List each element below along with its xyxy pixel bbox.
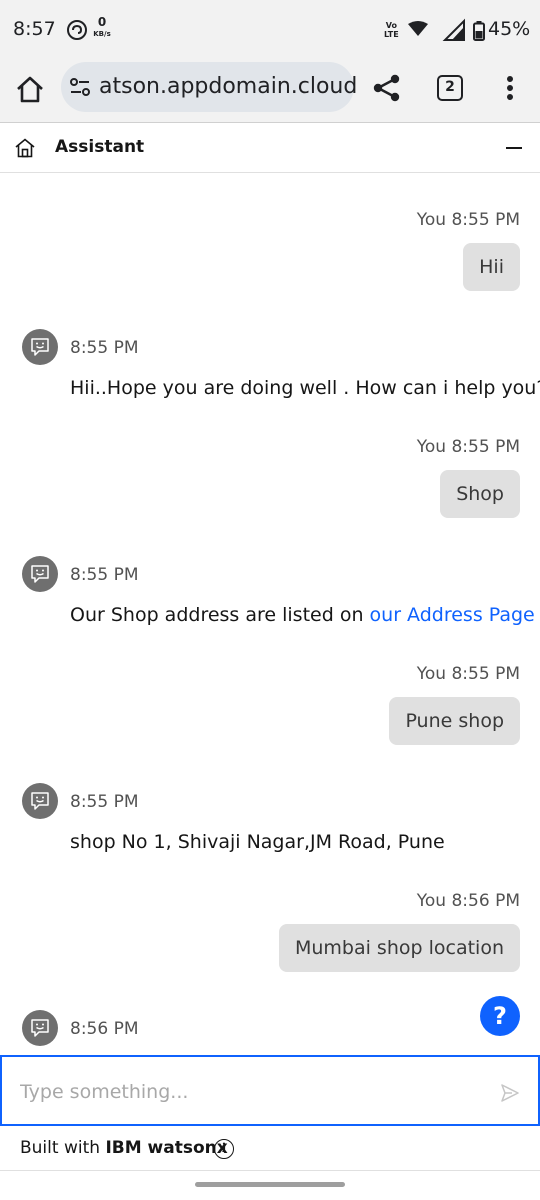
- network-speed: 0 KB/s: [91, 16, 113, 39]
- sync-icon: [67, 20, 87, 40]
- chat-transcript[interactable]: You 8:55 PM Hii 8:55 PM Hii..Hope you ar…: [0, 174, 540, 1054]
- bot-avatar: [22, 783, 58, 819]
- address-bar[interactable]: atson.appdomain.cloud: [61, 62, 358, 112]
- tab-switcher-button[interactable]: 2: [437, 75, 463, 101]
- assistant-header: Assistant: [0, 123, 540, 173]
- chat-bot-icon: [31, 792, 49, 810]
- user-message-meta: You 8:55 PM: [416, 210, 520, 230]
- status-time: 8:57: [13, 18, 56, 40]
- bot-message-text: shop No 1, Shivaji Nagar,JM Road, Pune: [70, 831, 445, 853]
- user-message-bubble: Pune shop: [389, 697, 520, 745]
- signal-icon: [442, 18, 465, 41]
- bot-message-time: 8:56 PM: [70, 1019, 139, 1039]
- network-speed-unit: KB/s: [93, 30, 111, 38]
- battery-icon: [473, 21, 485, 41]
- bot-avatar: [22, 1010, 58, 1046]
- bot-message-time: 8:55 PM: [70, 338, 139, 358]
- built-with-prefix: Built with: [20, 1138, 106, 1158]
- site-settings-icon[interactable]: [69, 77, 93, 97]
- user-message-bubble: Shop: [440, 470, 520, 518]
- bot-message-text: Our Shop address are listed on our Addre…: [70, 604, 535, 626]
- user-message-meta: You 8:56 PM: [416, 891, 520, 911]
- browser-toolbar: atson.appdomain.cloud 2: [0, 62, 540, 122]
- share-icon[interactable]: [373, 74, 401, 102]
- battery-percent: 45%: [488, 18, 531, 40]
- wifi-icon: [408, 21, 428, 36]
- chat-bot-icon: [31, 1019, 49, 1037]
- bot-avatar: [22, 556, 58, 592]
- user-message-meta: You 8:55 PM: [416, 437, 520, 457]
- assistant-title: Assistant: [55, 137, 145, 157]
- user-message-bubble: Hii: [463, 243, 520, 291]
- status-bar: 8:57 0 KB/s Vo LTE 45%: [0, 0, 540, 62]
- send-icon[interactable]: [500, 1083, 520, 1103]
- gesture-home-indicator[interactable]: [195, 1182, 345, 1187]
- volte-indicator: Vo LTE: [384, 21, 399, 39]
- more-options-icon[interactable]: [498, 74, 522, 102]
- message-input-container: [0, 1055, 540, 1126]
- bot-message-time: 8:55 PM: [70, 792, 139, 812]
- user-message-bubble: Mumbai shop location: [278, 924, 520, 972]
- chat-bot-icon: [31, 565, 49, 583]
- built-with-brand: IBM watsonx: [105, 1138, 228, 1158]
- chat-bot-icon: [31, 338, 49, 356]
- bot-message-time: 8:55 PM: [70, 565, 139, 585]
- help-button[interactable]: ?: [480, 996, 520, 1036]
- volte-line2: LTE: [384, 30, 399, 39]
- message-input[interactable]: [20, 1077, 480, 1107]
- volte-line1: Vo: [385, 21, 397, 30]
- footer: Built with IBM watsonx i: [0, 1127, 540, 1171]
- url-text: atson.appdomain.cloud: [99, 74, 358, 99]
- browser-home-icon[interactable]: [14, 74, 46, 106]
- user-message-meta: You 8:55 PM: [416, 664, 520, 684]
- built-with-text: Built with IBM watsonx: [20, 1138, 228, 1158]
- address-page-link[interactable]: our Address Page: [370, 604, 535, 626]
- bot-avatar: [22, 329, 58, 365]
- minimize-button[interactable]: [506, 147, 522, 149]
- network-speed-value: 0: [97, 15, 107, 29]
- info-icon[interactable]: i: [214, 1139, 234, 1159]
- bot-message-prefix: Our Shop address are listed on: [70, 604, 370, 626]
- bot-message-text: Hii..Hope you are doing well . How can i…: [70, 377, 540, 399]
- assistant-home-icon[interactable]: [14, 138, 36, 158]
